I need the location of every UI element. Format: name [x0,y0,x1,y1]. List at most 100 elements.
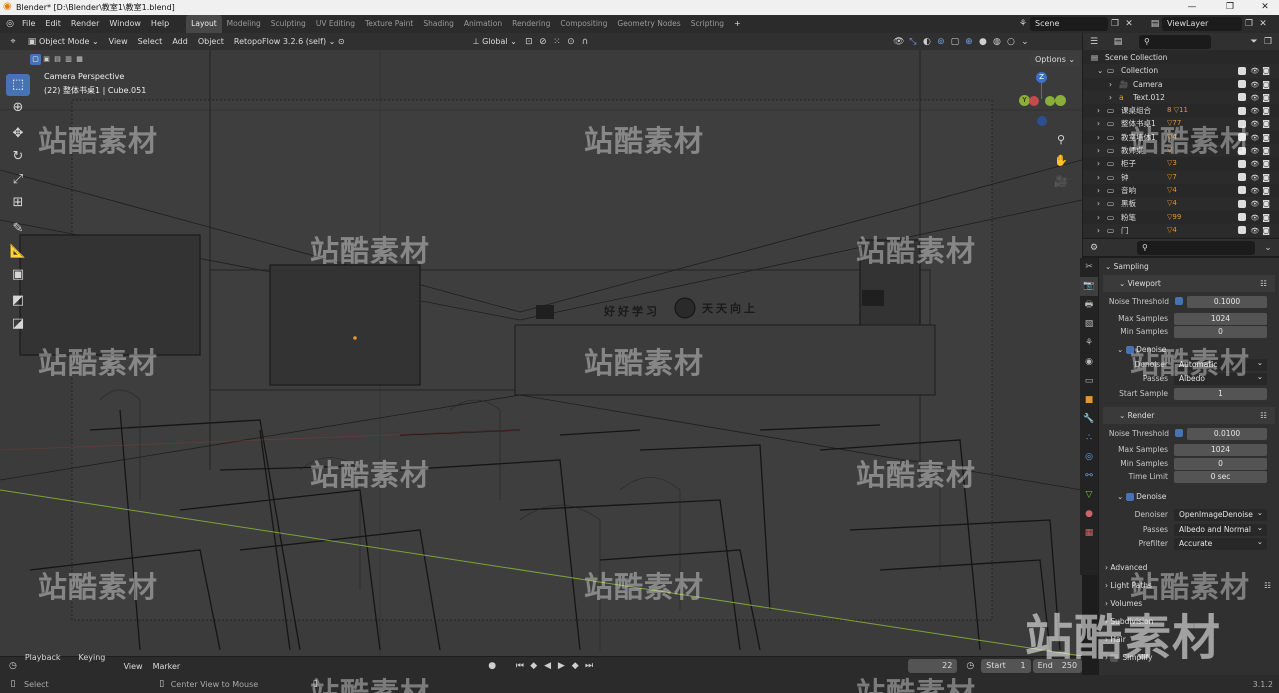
render-noise-threshold-checkbox[interactable] [1175,428,1183,437]
select-box-tool-icon[interactable]: ⬚ [6,74,30,96]
panel-light-paths[interactable]: › Light Paths ☷ [1099,577,1279,595]
constraints-tab-icon[interactable]: ⚯ [1080,467,1098,486]
visibility-toggles[interactable]: 👁◙ [1238,117,1273,131]
measure-tool-icon[interactable]: 📐 [6,241,30,263]
viewport-start-sample-field[interactable]: 1 [1174,387,1267,400]
prev-keyframe-icon[interactable]: ◆ [527,659,541,673]
visibility-toggles[interactable]: 👁◙ [1238,184,1273,198]
render-camera-icon[interactable]: ◙ [1262,106,1273,115]
workspace-tab-shading[interactable]: Shading [418,15,458,33]
render-camera-icon[interactable]: ◙ [1262,66,1273,75]
render-camera-icon[interactable]: ◙ [1262,80,1273,89]
viewport-menu-object[interactable]: Object [193,33,229,50]
workspace-tab-geometry-nodes[interactable]: Geometry Nodes [612,15,685,33]
workspace-tab-compositing[interactable]: Compositing [555,15,612,33]
editor-type-icon[interactable]: ⌖ [6,35,20,49]
render-camera-icon[interactable]: ◙ [1262,159,1273,168]
render-denoise-checkbox[interactable] [1125,492,1134,501]
eye-icon[interactable]: 👁 [1250,81,1262,89]
expand-arrow-icon[interactable]: › [1097,117,1100,130]
render-list-icon[interactable]: ☷ [1260,407,1267,424]
pan-hand-icon[interactable]: ✋ [1052,151,1070,171]
outliner-row[interactable]: › ▭ 钟 ▽7 👁◙ [1083,170,1279,185]
panel-simplify[interactable]: › Simplify [1099,649,1279,667]
scene-selector[interactable]: ⚘ Scene ❐ ✕ [1016,17,1136,31]
menu-file[interactable]: File [17,15,40,33]
render-camera-icon[interactable]: ◙ [1262,133,1273,142]
play-reverse-icon[interactable]: ◀ [541,659,555,673]
shading-options-icon[interactable]: ⌄ [1018,35,1032,49]
physics-tab-icon[interactable]: ◎ [1080,448,1098,467]
gizmo-icon[interactable]: ⤡ [906,35,920,49]
add-cube-tool-icon[interactable]: ▣ [6,264,30,286]
visibility-toggles[interactable]: 👁◙ [1238,171,1273,185]
zoom-icon[interactable]: ⚲ [1052,130,1070,150]
timeline-menu-marker[interactable]: Marker [148,658,186,675]
render-denoise-header[interactable]: ⌄ Denoise [1099,488,1279,505]
visibility-toggles[interactable]: 👁◙ [1238,197,1273,211]
render-camera-icon[interactable]: ◙ [1262,173,1273,182]
outliner-row[interactable]: › ▭ 柜子 ▽3 👁◙ [1083,157,1279,170]
jump-end-icon[interactable]: ⏭ [582,659,596,673]
texture-tab-icon[interactable]: ▦ [1080,524,1098,543]
outliner-row[interactable]: › ▭ 课桌组合 8 ▽11 👁◙ [1083,104,1279,117]
remove-viewlayer-icon[interactable]: ✕ [1256,17,1270,31]
exclude-checkbox[interactable] [1238,66,1247,75]
workspace-tab-modeling[interactable]: Modeling [222,15,266,33]
viewport-noise-threshold-field[interactable]: 0.1000 [1187,296,1267,308]
output-tab-icon[interactable]: 🖶 [1080,296,1098,315]
viewport-denoiser-select[interactable]: Automatic [1174,357,1267,371]
pivot-icon[interactable]: ⊡ [522,35,536,49]
eye-icon[interactable]: 👁 [1250,120,1262,128]
scale-tool-icon[interactable]: ⤢ [6,169,30,191]
wireframe-shading-icon[interactable]: ⊕ [962,35,976,49]
new-collection-icon[interactable]: ❐ [1261,35,1275,49]
eye-icon[interactable]: 👁 [1250,227,1262,235]
start-frame-field[interactable]: Start 1 [981,659,1031,673]
gizmo-z-neg-axis[interactable] [1037,116,1047,126]
material-tab-icon[interactable]: ● [1080,505,1098,524]
visibility-toggles[interactable]: 👁◙ [1238,104,1273,118]
render-prefilter-select[interactable]: Accurate [1174,536,1267,551]
material-shading-icon[interactable]: ◍ [990,35,1004,49]
object-tab-icon[interactable]: ■ [1080,391,1098,410]
remove-scene-icon[interactable]: ✕ [1122,17,1136,31]
close-button[interactable]: ✕ [1252,0,1278,15]
maximize-button[interactable]: ❐ [1217,0,1243,15]
exclude-checkbox[interactable] [1238,213,1247,222]
exclude-checkbox[interactable] [1238,226,1247,235]
outliner-row[interactable]: › 🎥 Camera 👁◙ [1083,78,1279,91]
viewport-min-samples-field[interactable]: 0 [1174,326,1267,339]
eye-icon[interactable]: 👁 [1250,94,1262,102]
outliner-row[interactable]: › ▭ 整体书桌1 ▽77 👁◙ [1083,117,1279,131]
visibility-toggles[interactable]: 👁◙ [1238,211,1273,225]
viewport-subpanel-header[interactable]: ⌄ Viewport ☷ [1103,275,1275,292]
play-icon[interactable]: ▶ [554,659,568,673]
render-noise-threshold-field[interactable]: 0.0100 [1187,427,1267,440]
select-intersect-icon[interactable]: ▦ [74,54,85,65]
current-frame-field[interactable]: 22 [907,659,958,673]
menu-window[interactable]: Window [104,15,146,33]
visibility-toggles[interactable]: 👁◙ [1238,64,1273,78]
xray-icon[interactable]: ▢ [948,35,962,49]
new-scene-icon[interactable]: ❐ [1108,17,1122,31]
visibility-toggles[interactable]: 👁◙ [1238,131,1273,145]
viewport-max-samples-field[interactable]: 1024 [1174,312,1267,325]
eye-icon[interactable]: 👁 [1250,160,1262,168]
render-camera-icon[interactable]: ◙ [1262,226,1273,235]
render-camera-icon[interactable]: ◙ [1262,213,1273,222]
retopoflow-menu[interactable]: RetopoFlow 3.2.6 (self) ⌄ ⊙ [229,33,350,50]
rotate-tool-icon[interactable]: ↻ [6,146,30,168]
new-viewlayer-icon[interactable]: ❐ [1242,17,1256,31]
world-tab-icon[interactable]: ◉ [1080,353,1098,372]
outliner-row[interactable]: ⌄ ▭ Collection 👁◙ [1083,64,1279,78]
preview-range-icon[interactable]: ◷ [963,659,977,673]
render-passes-select[interactable]: Albedo and Normal [1174,522,1267,536]
eye-icon[interactable]: 👁 [1250,174,1262,182]
overlay-icon[interactable]: ◐ [920,35,934,49]
outliner-row[interactable]: › ▭ 粉笔 ▽99 👁◙ [1083,211,1279,224]
gizmo-x-axis[interactable] [1055,95,1066,106]
exclude-checkbox[interactable] [1238,133,1247,142]
end-frame-field[interactable]: End 250 [1032,659,1083,673]
select-extend-icon[interactable]: ▣ [41,54,52,65]
